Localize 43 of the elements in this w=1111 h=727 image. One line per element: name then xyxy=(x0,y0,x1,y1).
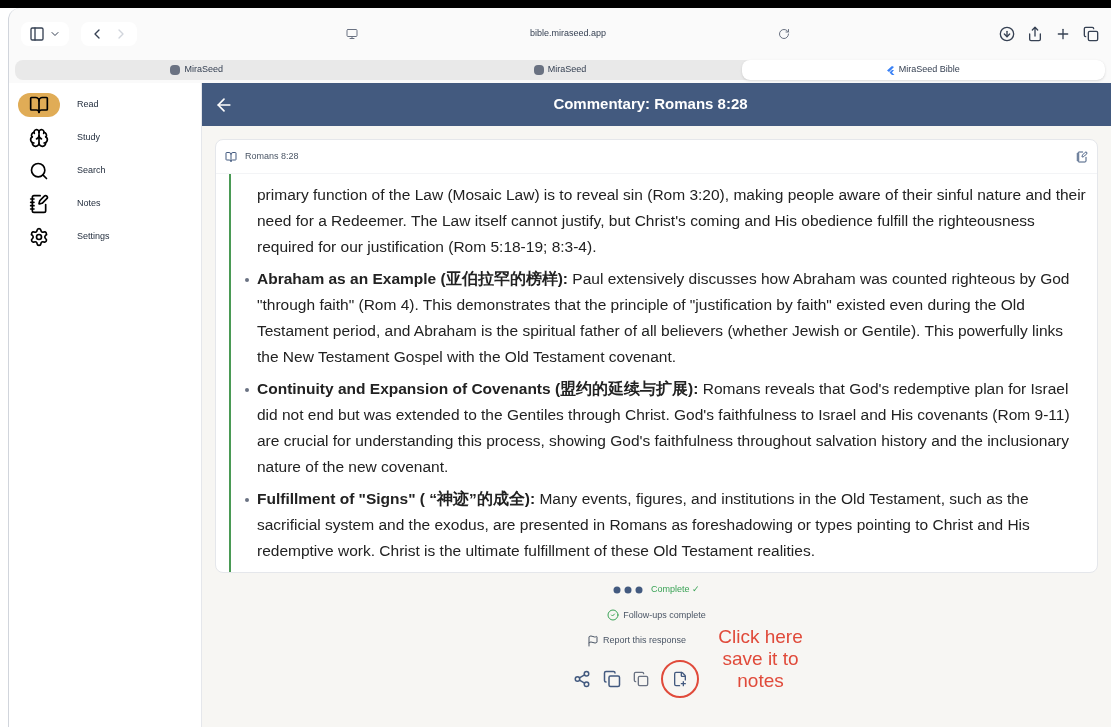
followups-status: Follow-ups complete xyxy=(623,608,706,622)
brain-icon xyxy=(29,128,49,148)
reload-icon[interactable] xyxy=(778,28,790,40)
page-title: Commentary: Romans 8:28 xyxy=(552,94,749,115)
share-icon[interactable] xyxy=(1027,26,1043,42)
tabs-overview-icon[interactable] xyxy=(1083,26,1099,42)
complete-status: Complete ✓ xyxy=(651,583,700,596)
site-logo-icon xyxy=(886,65,895,75)
flag-icon[interactable] xyxy=(586,634,599,647)
dots-icon xyxy=(613,585,643,594)
settings-icon xyxy=(29,227,49,247)
site-logo-icon xyxy=(170,65,181,75)
download-icon[interactable] xyxy=(999,26,1015,42)
page-icon xyxy=(346,28,358,40)
url-text[interactable]: bible.miraseed.app xyxy=(529,27,607,41)
nav-item[interactable]: Study xyxy=(9,126,201,150)
nav-item[interactable]: Read xyxy=(9,93,201,117)
annotation-text: Click here save it to notes xyxy=(717,625,804,692)
reference-text: Romans 8:28 xyxy=(245,149,300,163)
new-tab-icon[interactable] xyxy=(1055,26,1071,42)
browser-tab[interactable]: MiraSeed xyxy=(15,60,379,80)
nav-item[interactable]: Notes xyxy=(9,192,201,216)
commentary-paragraph: Continuity and Expansion of Covenants (盟约的延续与扩展): Romans reveals that God's redemptive plan for Israel did not end but was extended to the Gentiles through Christ. God's faithfulness to Israel and His covenants (Rom 9-11) are crucial for understanding this process, showing God's faithfulness throughout salvation history and the inclusionary nature of the new covenant. xyxy=(257,379,1071,477)
sidebar-toggle-icon[interactable] xyxy=(29,26,45,42)
book-icon xyxy=(225,150,237,163)
browser-tab[interactable]: MiraSeed xyxy=(378,60,742,80)
browser-tab[interactable]: MiraSeed Bible xyxy=(741,60,1105,80)
share-icon[interactable] xyxy=(572,669,591,688)
nav-item[interactable]: Settings xyxy=(9,225,201,249)
save-to-notes-icon[interactable] xyxy=(671,670,688,687)
notes-icon xyxy=(29,194,49,214)
site-logo-icon xyxy=(533,65,544,75)
commentary-paragraph: Abraham as an Example (亚伯拉罕的榜样): Paul extensively discusses how Abraham was counted righteous by God "through faith" (Rom 4). This demonstrates that the principle of "justification by faith" existed even during the Old Testament period, and Abraham is the spiritual father of all believers (whether Jewish or Gentile). This powerfully links the New Testament Gospel with the Old Testament covenant. xyxy=(257,269,1071,367)
check-circle-icon xyxy=(607,609,620,622)
notes-icon[interactable] xyxy=(1076,150,1088,163)
nav-item[interactable]: Search xyxy=(9,159,201,183)
book-icon xyxy=(29,95,49,115)
commentary-paragraph: Fulfillment of "Signs" ( “神迹”的成全): Many events, figures, and institutions in the Old Testament, such as the sacrificial system and the exodus, are presented in Romans as foreshadowing or types pointing to Christ and His redemptive work. Christ is the ultimate fulfillment of these Old Testament realities. xyxy=(257,489,1031,561)
commentary-paragraph: primary function of the Law (Mosaic Law) is to reveal sin (Rom 3:20), making people aware of their sinful nature and their need for a Redeemer. The Law itself cannot justify, but Christ's coming and His obedience fulfill the righteousness required for our justification (Rom 5:18-19; 8:3-4). xyxy=(257,185,1087,257)
copy-icon[interactable] xyxy=(602,669,621,688)
report-link[interactable]: Report this response xyxy=(602,634,686,648)
copy-outline-icon[interactable] xyxy=(632,670,649,687)
search-icon xyxy=(29,161,49,181)
